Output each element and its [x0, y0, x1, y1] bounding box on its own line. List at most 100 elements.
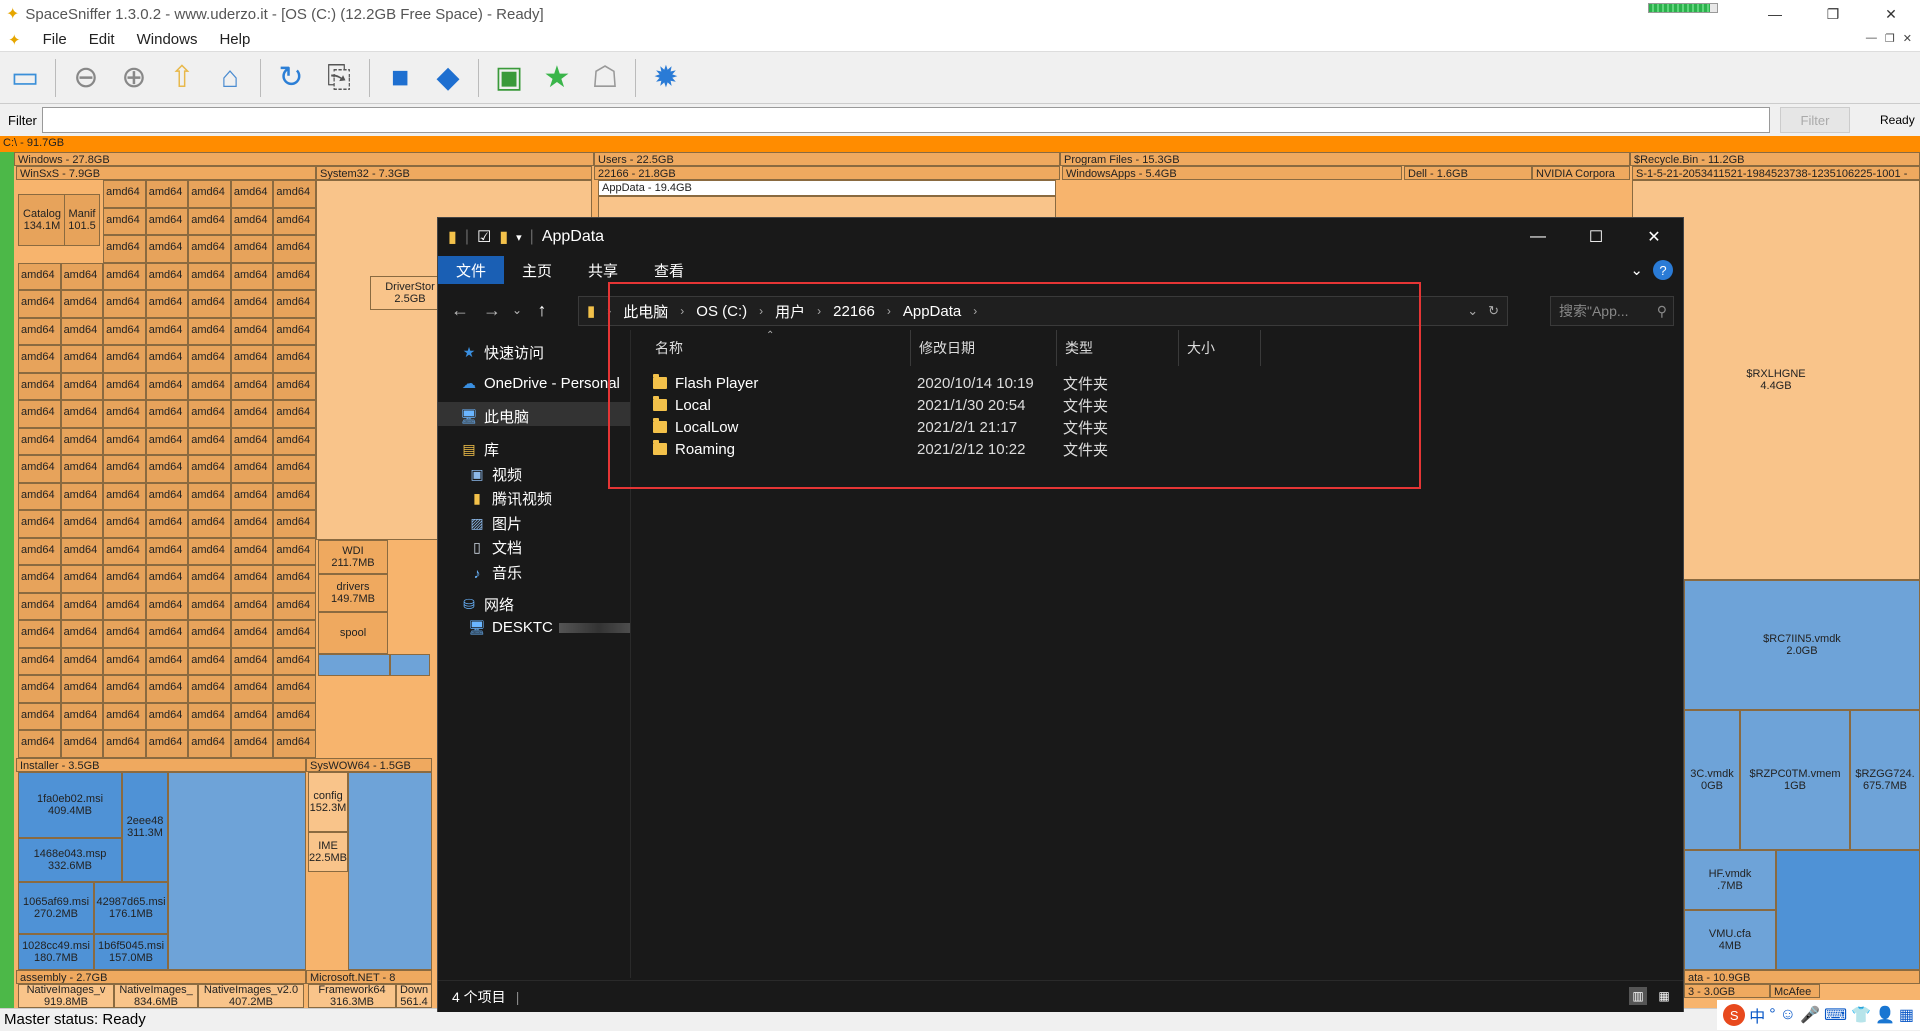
- treemap-amd64-tile[interactable]: amd64: [103, 675, 146, 703]
- tab-share[interactable]: 共享: [570, 256, 636, 284]
- mdi-close-icon[interactable]: ✕: [1903, 32, 1912, 45]
- treemap-amd64-tile[interactable]: amd64: [230, 207, 274, 236]
- treemap-amd64-tile[interactable]: amd64: [145, 620, 189, 648]
- treemap-mrt[interactable]: [318, 654, 390, 676]
- treemap-winsxs[interactable]: WinSxS - 7.9GB: [16, 166, 316, 180]
- treemap-amd64-tile[interactable]: amd64: [273, 290, 316, 318]
- treemap-amd64-tile[interactable]: amd64: [18, 317, 61, 346]
- treemap-amd64-tile[interactable]: amd64: [60, 537, 104, 566]
- treemap-amd64-tile[interactable]: amd64: [145, 537, 189, 566]
- treemap-amd64-tile[interactable]: amd64: [273, 592, 316, 621]
- treemap-amd64-tile[interactable]: amd64: [188, 290, 231, 318]
- treemap-vmu-cfa[interactable]: VMU.cfa 4MB: [1684, 910, 1776, 970]
- tab-view[interactable]: 查看: [636, 256, 702, 284]
- back-icon[interactable]: ⊖: [65, 57, 107, 99]
- treemap-amd64-tile[interactable]: amd64: [188, 647, 231, 676]
- treemap-amd64-tile[interactable]: amd64: [145, 207, 189, 236]
- treemap-amd64-tile[interactable]: amd64: [103, 647, 146, 676]
- treemap-amd64-tile[interactable]: amd64: [230, 235, 274, 263]
- treemap-windowsapps[interactable]: WindowsApps - 5.4GB: [1062, 166, 1402, 180]
- treemap-amd64-tile[interactable]: amd64: [273, 647, 316, 676]
- treemap-amd64-tile[interactable]: amd64: [18, 647, 61, 676]
- treemap-users[interactable]: Users - 22.5GB: [594, 152, 1060, 166]
- details-view-icon[interactable]: ▥: [1629, 987, 1647, 1005]
- nav-desktop-pc[interactable]: 🖥 DESKTC: [468, 619, 639, 636]
- new-folder-icon[interactable]: ▮: [499, 227, 508, 247]
- treemap-amd64-tile[interactable]: amd64: [188, 317, 231, 346]
- treemap-amd64-tile[interactable]: amd64: [18, 702, 61, 731]
- treemap-amd64-tile[interactable]: amd64: [145, 317, 189, 346]
- treemap-recycle-small-files[interactable]: [1776, 850, 1920, 970]
- treemap-amd64-tile[interactable]: amd64: [145, 565, 189, 593]
- nav-documents[interactable]: ▯ 文档: [468, 537, 522, 558]
- treemap-amd64-tile[interactable]: amd64: [230, 730, 274, 758]
- treemap-amd64-tile[interactable]: amd64: [60, 592, 104, 621]
- treemap-drivers[interactable]: drivers 149.7MB: [318, 574, 388, 612]
- treemap-amd64-tile[interactable]: amd64: [188, 565, 231, 593]
- treemap-amd64-tile[interactable]: amd64: [103, 235, 146, 263]
- treemap-amd64-tile[interactable]: amd64: [188, 262, 231, 291]
- treemap-syswow64[interactable]: SysWOW64 - 1.5GB: [306, 758, 432, 772]
- treemap-amd64-tile[interactable]: amd64: [188, 537, 231, 566]
- treemap-amd64-tile[interactable]: amd64: [273, 317, 316, 346]
- treemap-amd64-tile[interactable]: amd64: [230, 345, 274, 373]
- treemap-rzgg724[interactable]: $RZGG724. 675.7MB: [1850, 710, 1920, 850]
- refresh-icon[interactable]: ↻: [1488, 303, 1499, 319]
- nav-pictures[interactable]: ▨ 图片: [468, 513, 522, 534]
- treemap-amd64-tile[interactable]: amd64: [60, 427, 104, 456]
- minimize-button[interactable]: —: [1746, 0, 1804, 28]
- treemap-nvoper[interactable]: [390, 654, 430, 676]
- treemap-amd64-tile[interactable]: amd64: [103, 482, 146, 511]
- treemap-amd64-tile[interactable]: amd64: [18, 455, 61, 483]
- treemap-amd64-tile[interactable]: amd64: [145, 235, 189, 263]
- treemap-amd64-tile[interactable]: amd64: [188, 400, 231, 428]
- treemap-amd64-tile[interactable]: amd64: [188, 235, 231, 263]
- zoom-out-cube-icon[interactable]: ◆: [427, 57, 469, 99]
- treemap-amd64-tile[interactable]: amd64: [188, 702, 231, 731]
- treemap-nativeimages-3[interactable]: NativeImages_v2.0 407.2MB: [198, 984, 304, 1008]
- nav-library[interactable]: ▤ 库: [460, 439, 499, 460]
- treemap-root-header[interactable]: C:\ - 91.7GB: [0, 136, 1920, 152]
- treemap-amd64-tile[interactable]: amd64: [188, 592, 231, 621]
- menu-help[interactable]: Help: [219, 31, 250, 48]
- treemap-amd64-tile[interactable]: amd64: [188, 730, 231, 758]
- large-icons-view-icon[interactable]: ▦: [1655, 987, 1673, 1005]
- recent-locations-icon[interactable]: ⌄: [508, 303, 526, 317]
- treemap-amd64-tile[interactable]: amd64: [230, 647, 274, 676]
- treemap-config[interactable]: config 152.3M: [308, 772, 348, 832]
- treemap-rc7iin5[interactable]: $RC7IIN5.vmdk 2.0GB: [1684, 580, 1920, 710]
- treemap-amd64-tile[interactable]: amd64: [188, 675, 231, 703]
- treemap-nativeimages-1[interactable]: NativeImages_v 919.8MB: [18, 984, 114, 1008]
- help-icon[interactable]: ?: [1653, 260, 1673, 280]
- emoji-icon[interactable]: ☺: [1780, 1006, 1796, 1024]
- treemap-amd64-tile[interactable]: amd64: [103, 565, 146, 593]
- treemap-amd64-tile[interactable]: amd64: [188, 620, 231, 648]
- treemap-hf-vmdk[interactable]: HF.vmdk .7MB: [1684, 850, 1776, 910]
- nav-videos[interactable]: ▣ 视频: [468, 464, 522, 485]
- treemap-syswow64-small[interactable]: [348, 772, 432, 970]
- microphone-icon[interactable]: 🎤: [1800, 1005, 1820, 1025]
- treemap-amd64-tile[interactable]: amd64: [18, 620, 61, 648]
- treemap-amd64-tile[interactable]: amd64: [103, 702, 146, 731]
- treemap-msi-1028cc49[interactable]: 1028cc49.msi 180.7MB: [18, 934, 94, 970]
- treemap-amd64-tile[interactable]: amd64: [145, 510, 189, 538]
- ghost-icon[interactable]: ☖: [584, 57, 626, 99]
- nav-this-pc[interactable]: 🖥 此电脑: [460, 406, 529, 427]
- treemap-amd64-tile[interactable]: amd64: [230, 482, 274, 511]
- treemap-amd64-tile[interactable]: amd64: [18, 262, 61, 291]
- treemap-installer-small[interactable]: [168, 772, 306, 970]
- treemap-amd64-tile[interactable]: amd64: [230, 290, 274, 318]
- treemap-amd64-tile[interactable]: amd64: [18, 345, 61, 373]
- treemap-amd64-tile[interactable]: amd64: [18, 565, 61, 593]
- up-arrow-icon[interactable]: ↑: [526, 300, 558, 321]
- ime-punctuation-icon[interactable]: °: [1769, 1006, 1775, 1024]
- treemap-amd64-tile[interactable]: amd64: [145, 372, 189, 401]
- treemap-catalog[interactable]: Catalog 134.1M: [18, 194, 66, 246]
- menu-edit[interactable]: Edit: [89, 31, 115, 48]
- nav-onedrive[interactable]: ☁ OneDrive - Personal: [460, 375, 620, 392]
- treemap-amd64-tile[interactable]: amd64: [103, 510, 146, 538]
- treemap-msi-1fa0eb02[interactable]: 1fa0eb02.msi 409.4MB: [18, 772, 122, 838]
- treemap-amd64-tile[interactable]: amd64: [145, 592, 189, 621]
- treemap-amd64-tile[interactable]: amd64: [273, 455, 316, 483]
- treemap-amd64-tile[interactable]: amd64: [103, 620, 146, 648]
